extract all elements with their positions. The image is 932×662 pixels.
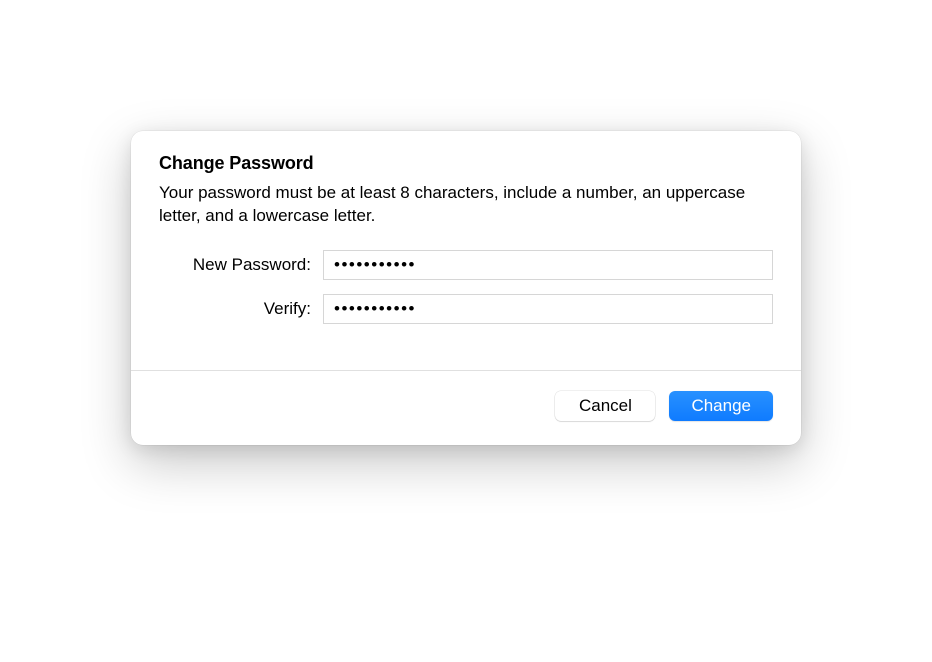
new-password-input[interactable] [323, 250, 773, 280]
verify-password-row: Verify: [159, 294, 773, 324]
dialog-content: Change Password Your password must be at… [131, 131, 801, 370]
cancel-button[interactable]: Cancel [555, 391, 655, 421]
new-password-row: New Password: [159, 250, 773, 280]
verify-password-label: Verify: [159, 299, 323, 319]
verify-password-input[interactable] [323, 294, 773, 324]
dialog-description: Your password must be at least 8 charact… [159, 182, 773, 228]
change-button[interactable]: Change [669, 391, 773, 421]
dialog-footer: Cancel Change [131, 370, 801, 445]
new-password-label: New Password: [159, 255, 323, 275]
change-password-dialog: Change Password Your password must be at… [131, 131, 801, 445]
dialog-title: Change Password [159, 153, 773, 174]
